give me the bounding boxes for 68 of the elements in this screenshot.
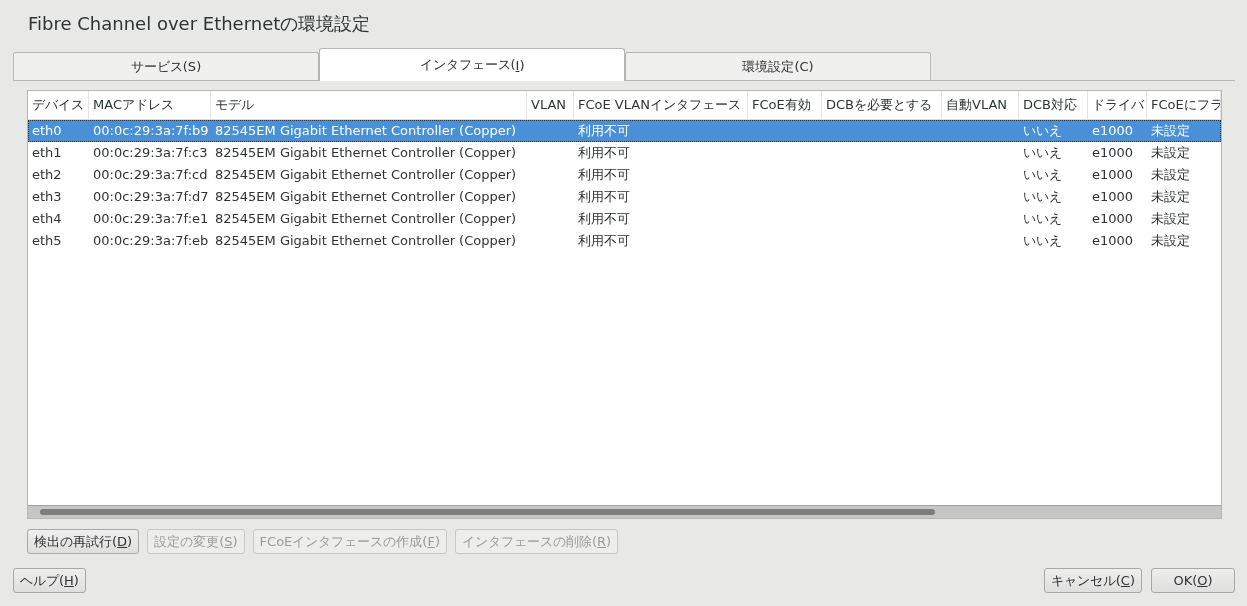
- table-row[interactable]: eth4 00:0c:29:3a:7f:e1 82545EM Gigabit Ethernet Controller (Copper) 利用不可 いいえ e1000 未設定: [28, 208, 1221, 230]
- table-cell-text: 利用不可: [577, 210, 631, 228]
- table-cell-text: 利用不可: [577, 144, 631, 162]
- column-header[interactable]: デバイス: [28, 91, 89, 119]
- table-cell-text: 82545EM Gigabit Ethernet Controller (Copper): [214, 210, 518, 228]
- table-cell-text: いいえ: [1022, 188, 1063, 206]
- table-cell-text: 00:0c:29:3a:7f:cd: [92, 166, 209, 184]
- help-button[interactable]: ヘルプ(H): [13, 568, 86, 593]
- table-cell-text: 利用不可: [577, 166, 631, 184]
- table-cell-text: 82545EM Gigabit Ethernet Controller (Copper): [214, 232, 518, 250]
- table-cell-text: いいえ: [1022, 122, 1063, 140]
- table-cell-text: いいえ: [1022, 144, 1063, 162]
- column-header[interactable]: VLAN: [527, 91, 574, 119]
- table-cell-text: 未設定: [1150, 232, 1191, 250]
- tab[interactable]: サービス(S): [13, 52, 319, 80]
- table-cell-text: 未設定: [1150, 166, 1191, 184]
- column-header[interactable]: DCBを必要とする: [822, 91, 942, 119]
- column-header[interactable]: FCoEにフラ: [1147, 91, 1221, 119]
- table-cell-text: いいえ: [1022, 166, 1063, 184]
- table-row[interactable]: eth1 00:0c:29:3a:7f:c3 82545EM Gigabit Ethernet Controller (Copper) 利用不可 いいえ e1000 未設定: [28, 142, 1221, 164]
- table-cell-text: いいえ: [1022, 232, 1063, 250]
- table-cell-text: 利用不可: [577, 188, 631, 206]
- column-header[interactable]: FCoE有効: [748, 91, 822, 119]
- cancel-button[interactable]: キャンセル(C): [1043, 568, 1142, 593]
- table-cell-text: 00:0c:29:3a:7f:eb: [92, 232, 210, 250]
- table-cell-text: eth2: [31, 166, 63, 184]
- table-cell-text: 利用不可: [577, 232, 631, 250]
- table-cell-text: e1000: [1091, 232, 1135, 250]
- column-header[interactable]: モデル: [211, 91, 527, 119]
- table-cell-text: e1000: [1091, 122, 1135, 140]
- table-cell-text: eth1: [31, 144, 63, 162]
- tab[interactable]: インタフェース(I): [319, 48, 625, 81]
- table-cell-text: e1000: [1091, 210, 1135, 228]
- tab[interactable]: 環境設定(C): [625, 52, 931, 80]
- table-cell-text: e1000: [1091, 166, 1135, 184]
- column-header[interactable]: FCoE VLANインタフェース: [574, 91, 748, 119]
- action-button[interactable]: 検出の再試行(D): [27, 529, 140, 554]
- window-title: Fibre Channel over Ethernetの環境設定: [28, 12, 372, 36]
- table-cell-text: 利用不可: [577, 122, 631, 140]
- table-cell-text: 未設定: [1150, 144, 1191, 162]
- table-cell-text: 82545EM Gigabit Ethernet Controller (Copper): [214, 166, 518, 184]
- table-cell-text: 00:0c:29:3a:7f:e1: [92, 210, 210, 228]
- table-row[interactable]: eth5 00:0c:29:3a:7f:eb 82545EM Gigabit Ethernet Controller (Copper) 利用不可 いいえ e1000 未設定: [28, 230, 1221, 252]
- table-cell-text: eth5: [31, 232, 63, 250]
- table-cell-text: 82545EM Gigabit Ethernet Controller (Copper): [214, 188, 518, 206]
- horizontal-scrollbar[interactable]: [28, 505, 1221, 518]
- table-cell-text: e1000: [1091, 188, 1135, 206]
- table-cell-text: 82545EM Gigabit Ethernet Controller (Copper): [214, 122, 518, 140]
- table-cell-text: 未設定: [1150, 122, 1191, 140]
- table-cell-text: 00:0c:29:3a:7f:b9: [92, 122, 210, 140]
- table-cell-text: いいえ: [1022, 210, 1063, 228]
- table-cell-text: 未設定: [1150, 188, 1191, 206]
- table-cell-text: 未設定: [1150, 210, 1191, 228]
- table-cell-text: eth4: [31, 210, 63, 228]
- column-header[interactable]: 自動VLAN: [942, 91, 1019, 119]
- table-row[interactable]: eth3 00:0c:29:3a:7f:d7 82545EM Gigabit Ethernet Controller (Copper) 利用不可 いいえ e1000 未設定: [28, 186, 1221, 208]
- table-cell-text: 00:0c:29:3a:7f:d7: [92, 188, 210, 206]
- column-header[interactable]: DCB対応: [1019, 91, 1088, 119]
- table-cell-text: e1000: [1091, 144, 1135, 162]
- column-header[interactable]: ドライバ: [1088, 91, 1147, 119]
- table-cell-text: 00:0c:29:3a:7f:c3: [92, 144, 209, 162]
- scrollbar-thumb[interactable]: [40, 509, 935, 515]
- table-cell-text: eth0: [31, 122, 63, 140]
- table-cell-text: eth3: [31, 188, 63, 206]
- table-row[interactable]: eth2 00:0c:29:3a:7f:cd 82545EM Gigabit Ethernet Controller (Copper) 利用不可 いいえ e1000 未設定: [28, 164, 1221, 186]
- column-header[interactable]: MACアドレス: [89, 91, 211, 119]
- ok-button[interactable]: OK(O): [1151, 568, 1235, 593]
- table-cell-text: 82545EM Gigabit Ethernet Controller (Copper): [214, 144, 518, 162]
